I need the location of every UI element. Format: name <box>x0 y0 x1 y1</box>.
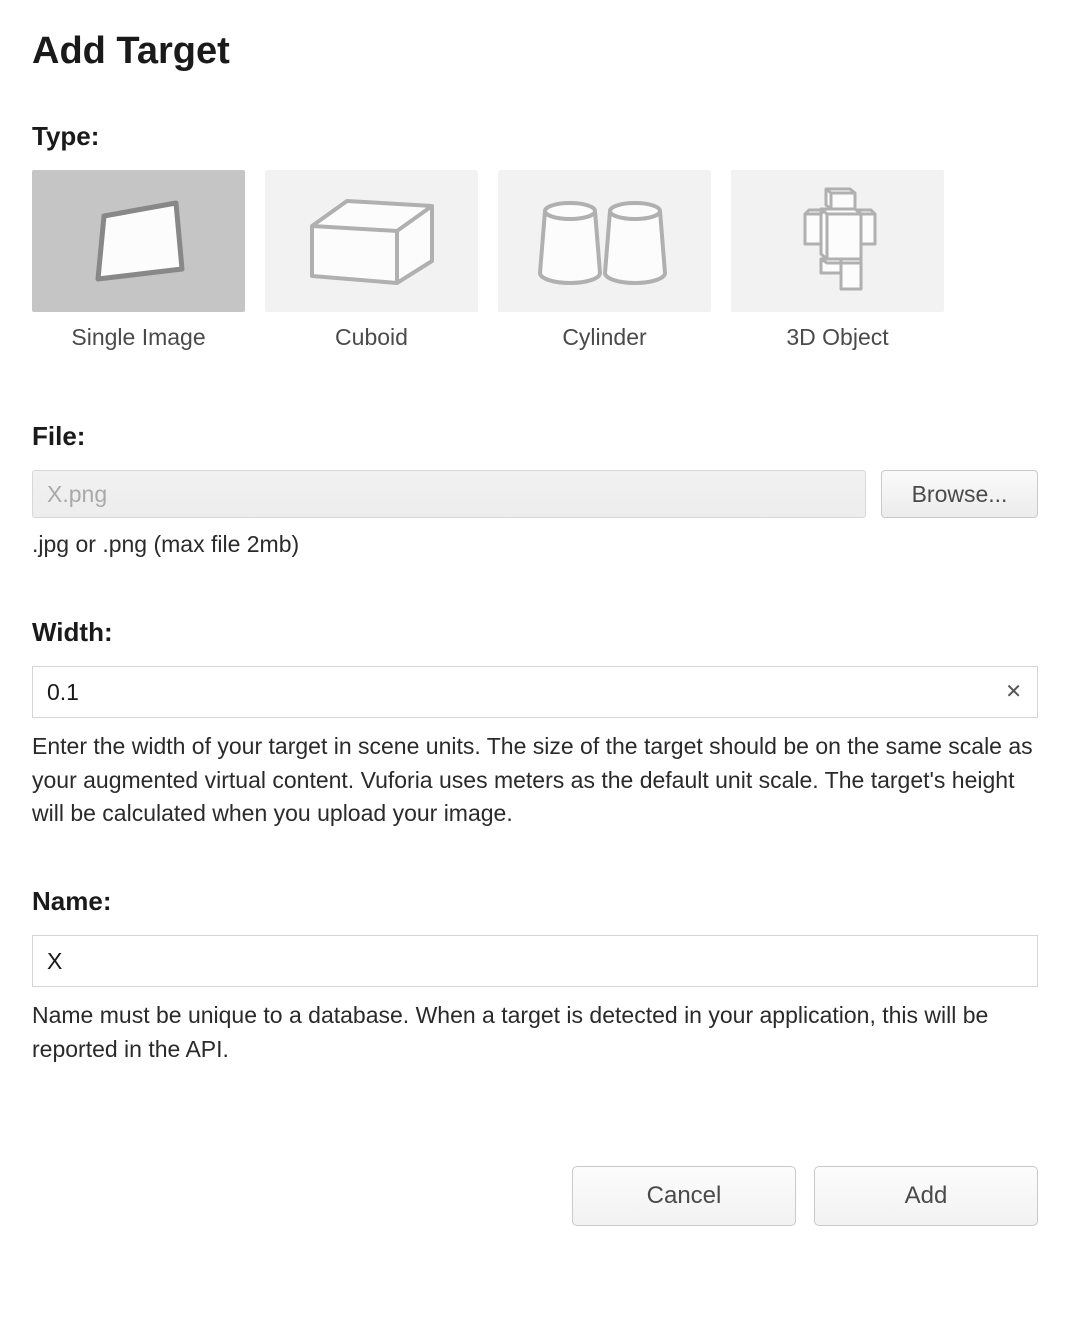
dialog-footer: Cancel Add <box>32 1166 1038 1226</box>
width-input[interactable] <box>32 666 1038 718</box>
cylinder-icon <box>530 191 680 291</box>
name-input[interactable] <box>32 935 1038 987</box>
type-tile-3d-object <box>731 170 944 312</box>
cuboid-icon <box>302 191 442 291</box>
width-help-text: Enter the width of your target in scene … <box>32 730 1038 830</box>
type-option-single-image[interactable]: Single Image <box>32 170 245 351</box>
object3d-icon <box>793 181 883 301</box>
type-option-label: Single Image <box>71 324 205 351</box>
type-options: Single Image Cuboid Cylinder <box>32 170 1038 351</box>
type-option-3d-object[interactable]: 3D Object <box>731 170 944 351</box>
dialog-title: Add Target <box>32 30 1038 73</box>
file-help-text: .jpg or .png (max file 2mb) <box>32 528 1038 561</box>
type-option-label: 3D Object <box>786 324 888 351</box>
add-button[interactable]: Add <box>814 1166 1038 1226</box>
type-option-cuboid[interactable]: Cuboid <box>265 170 478 351</box>
width-label: Width: <box>32 617 1038 648</box>
type-tile-cuboid <box>265 170 478 312</box>
clear-width-icon[interactable]: ✕ <box>1005 682 1022 702</box>
type-option-label: Cylinder <box>562 324 646 351</box>
name-label: Name: <box>32 886 1038 917</box>
type-tile-single-image <box>32 170 245 312</box>
file-row: Browse... <box>32 470 1038 518</box>
file-input[interactable] <box>32 470 866 518</box>
cancel-button[interactable]: Cancel <box>572 1166 796 1226</box>
type-option-cylinder[interactable]: Cylinder <box>498 170 711 351</box>
name-help-text: Name must be unique to a database. When … <box>32 999 1038 1066</box>
type-option-label: Cuboid <box>335 324 408 351</box>
browse-button[interactable]: Browse... <box>881 470 1038 518</box>
image-icon <box>84 191 194 291</box>
file-label: File: <box>32 421 1038 452</box>
type-label: Type: <box>32 121 1038 152</box>
type-tile-cylinder <box>498 170 711 312</box>
